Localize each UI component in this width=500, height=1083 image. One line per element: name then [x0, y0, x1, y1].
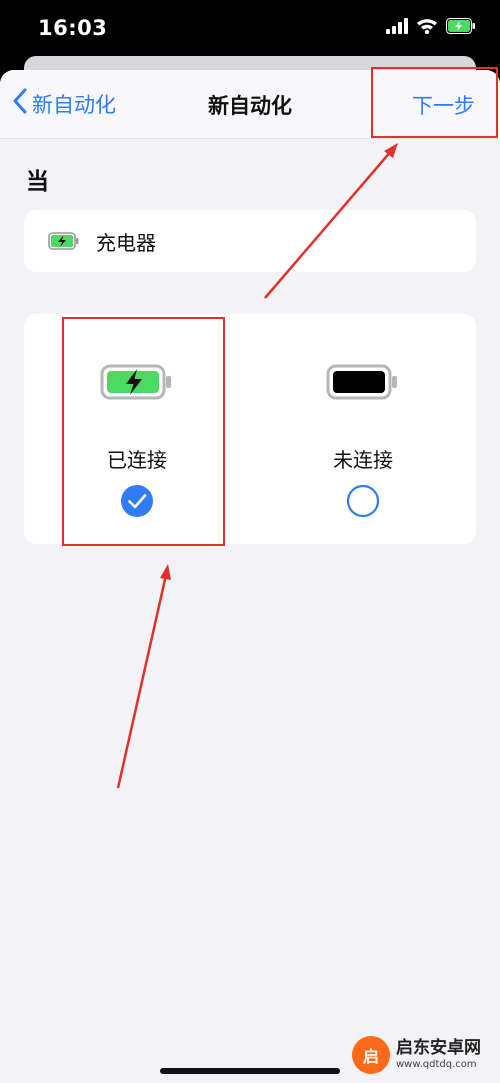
checkmark-icon[interactable] — [120, 484, 154, 518]
option-label: 已连接 — [107, 448, 167, 472]
automation-sheet: 新自动化 新自动化 下一步 当 充电器 已连接 未连接 — [0, 70, 500, 1083]
watermark-title: 启东安卓网 — [396, 1038, 481, 1058]
cellular-signal-icon — [386, 18, 408, 38]
option-label: 未连接 — [333, 448, 393, 472]
home-indicator — [160, 1068, 340, 1074]
next-button[interactable]: 下一步 — [412, 90, 475, 120]
watermark-text: 启东安卓网 www.qdtdq.com — [396, 1039, 481, 1071]
watermark-url: www.qdtdq.com — [396, 1059, 477, 1070]
watermark-logo-icon: 启 — [352, 1036, 390, 1074]
watermark: 启 启东安卓网 www.qdtdq.com — [352, 1030, 492, 1080]
wifi-icon — [416, 18, 438, 38]
radio-unchecked-icon[interactable] — [346, 484, 380, 518]
trigger-card[interactable]: 充电器 — [24, 210, 476, 272]
battery-charging-icon — [48, 232, 80, 250]
option-connected[interactable]: 已连接 — [24, 314, 250, 544]
battery-charging-icon — [24, 364, 250, 400]
trigger-label: 充电器 — [96, 230, 156, 255]
nav-bar: 新自动化 新自动化 下一步 — [0, 70, 500, 139]
battery-icon — [250, 364, 476, 400]
option-disconnected[interactable]: 未连接 — [250, 314, 476, 544]
connection-options: 已连接 未连接 — [24, 314, 476, 544]
status-bar: 16:03 — [0, 0, 500, 60]
status-icons — [386, 18, 476, 38]
section-title: 当 — [26, 169, 49, 195]
battery-charging-icon — [446, 18, 476, 38]
status-time: 16:03 — [38, 16, 108, 40]
